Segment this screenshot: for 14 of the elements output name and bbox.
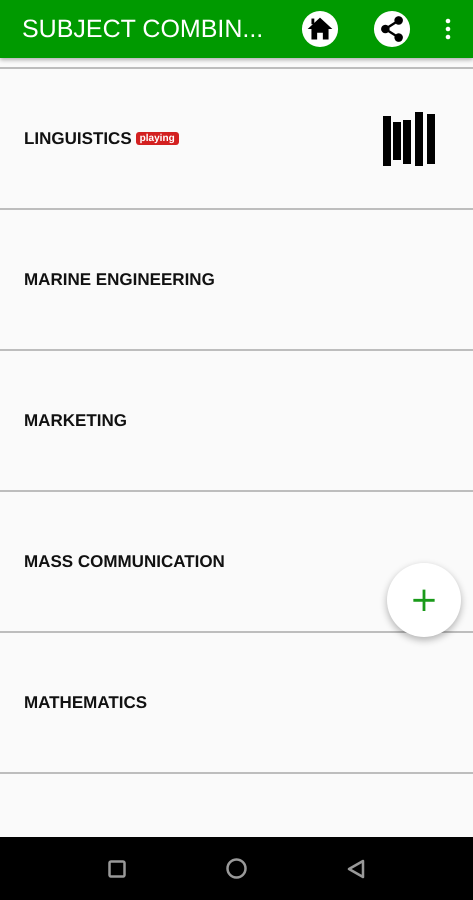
- home-circle-icon[interactable]: [226, 858, 247, 879]
- subject-label[interactable]: MASS COMMUNICATION: [24, 552, 225, 572]
- subject-label[interactable]: MARINE ENGINEERING: [24, 270, 215, 290]
- status-badge: playing: [136, 132, 179, 145]
- recents-icon[interactable]: [108, 860, 126, 878]
- subject-label[interactable]: MARKETING: [24, 410, 127, 430]
- subject-label[interactable]: LINGUISTICS: [24, 128, 132, 148]
- subject-label[interactable]: MATHEMATICS: [24, 692, 148, 712]
- share-icon[interactable]: [373, 10, 411, 48]
- more-menu-icon[interactable]: [445, 18, 451, 40]
- add-button[interactable]: +: [387, 563, 461, 637]
- back-icon[interactable]: [347, 858, 365, 878]
- app-title: SUBJECT COMBIN...: [22, 14, 264, 44]
- home-icon[interactable]: [301, 10, 339, 48]
